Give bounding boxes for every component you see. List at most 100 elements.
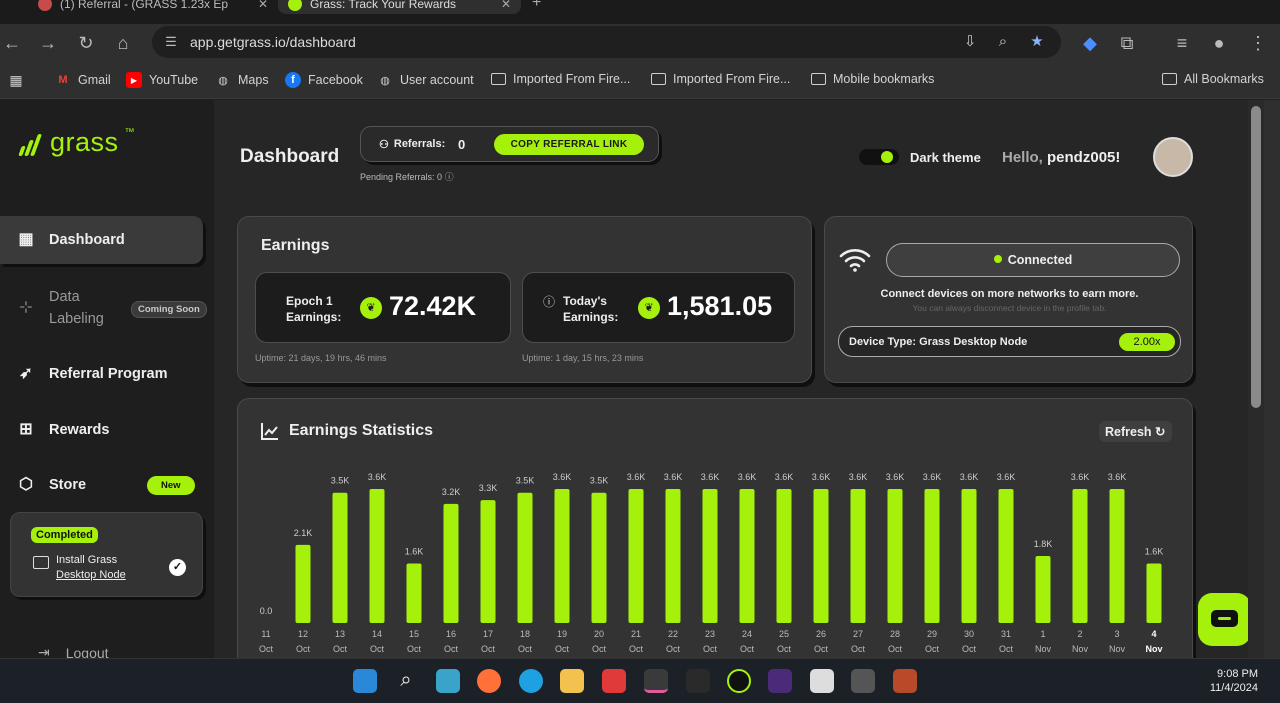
chart-tick-month: Oct [814, 644, 829, 654]
search-icon[interactable]: ⌕ [394, 669, 418, 693]
app-icon-2[interactable] [686, 669, 710, 693]
logout-button[interactable]: ⇥ Logout [38, 644, 109, 658]
info-icon[interactable]: ⓘ [543, 293, 555, 310]
windows-start-icon[interactable] [353, 669, 377, 693]
chart-value-label: 3.6K [960, 472, 979, 482]
browser-toolbar: ← → ↻ ⌂ ☰ app.getgrass.io/dashboard ⇩ ⌕ … [0, 24, 1280, 62]
chart-value-label: 0.0 [260, 606, 273, 616]
connect-subtext: You can always disconnect device in the … [912, 303, 1107, 313]
chart-tick-day: 31 [1001, 629, 1011, 639]
reload-icon[interactable]: ↻ [74, 31, 98, 55]
bookmark-facebook[interactable]: f Facebook [285, 72, 363, 88]
chart-tick-month: Oct [296, 644, 311, 654]
bookmark-folder-mobile[interactable]: Mobile bookmarks [811, 72, 934, 86]
sidebar: grass ™ ▦ Dashboard ⊹ Data Labeling Comin… [0, 100, 214, 658]
chrome-icon[interactable] [644, 669, 668, 693]
sidebar-item-label: Store [49, 477, 87, 493]
chart-value-label: 3.6K [812, 472, 831, 482]
profile-icon[interactable]: ● [1207, 31, 1231, 55]
gmail-icon: M [58, 74, 68, 86]
grass-app-icon[interactable] [727, 669, 751, 693]
chart-bar [628, 489, 644, 623]
all-bookmarks[interactable]: All Bookmarks [1162, 72, 1264, 86]
chart-tick-day: 12 [298, 629, 308, 639]
new-tab-icon[interactable]: + [532, 0, 541, 12]
chart-value-label: 3.6K [997, 472, 1016, 482]
close-tab-icon[interactable]: ✕ [501, 0, 511, 11]
switch-icon[interactable] [602, 669, 626, 693]
bookmarks-bar: ▦ M Gmail ▶ YouTube ◍ Maps f Facebook ◍ User … [0, 62, 1280, 99]
apps-grid-icon[interactable]: ▦ [8, 72, 24, 88]
desktop-node-link[interactable]: Desktop Node [56, 569, 126, 581]
hi-app-icon[interactable] [768, 669, 792, 693]
grass-favicon-icon [288, 0, 302, 11]
app-icon-3[interactable] [810, 669, 834, 693]
sidebar-item-referral-program[interactable]: ➶ Referral Program [0, 350, 203, 398]
back-icon[interactable]: ← [0, 31, 24, 55]
chart-tick-month: Oct [962, 644, 977, 654]
cube-app-icon[interactable] [851, 669, 875, 693]
check-icon: ✓ [169, 559, 186, 576]
bookmark-star-icon[interactable]: ★ [1027, 32, 1047, 52]
menu-kebab-icon[interactable]: ⋮ [1246, 31, 1270, 55]
tab-title: (1) Referral - (GRASS 1.23x Ep [60, 0, 229, 11]
extension-shield-icon[interactable]: ◆ [1078, 31, 1102, 55]
grass-logo[interactable]: grass ™ [18, 127, 135, 158]
firefox-icon[interactable] [477, 669, 501, 693]
chart-bar [554, 489, 570, 623]
coming-soon-badge: Coming Soon [131, 301, 207, 318]
earnings-title: Earnings [261, 237, 330, 254]
copy-referral-link-button[interactable]: COPY REFERRAL LINK [494, 134, 644, 155]
scrollbar-thumb[interactable] [1251, 106, 1261, 408]
avatar[interactable] [1153, 137, 1193, 177]
file-explorer-icon[interactable] [560, 669, 584, 693]
connect-message: Connect devices on more networks to earn… [880, 288, 1139, 300]
install-app-icon[interactable]: ⇩ [960, 32, 980, 52]
address-bar[interactable]: ☰ app.getgrass.io/dashboard ⇩ ⌕ ★ [152, 26, 1061, 58]
facebook-icon: f [285, 72, 301, 88]
forward-icon[interactable]: → [36, 31, 60, 55]
connection-status-button[interactable]: Connected [886, 243, 1180, 277]
refresh-button[interactable]: Refresh ↻ [1099, 421, 1172, 442]
chart-tick-month: Oct [259, 644, 274, 654]
page-scrollbar[interactable] [1248, 100, 1264, 658]
bookmark-gmail[interactable]: M Gmail [55, 72, 110, 88]
bookmark-folder-imported-2[interactable]: Imported From Fire... [651, 72, 790, 86]
url-text[interactable]: app.getgrass.io/dashboard [190, 34, 356, 50]
chart-bar [1109, 489, 1125, 623]
today-earnings-label: Today's Earnings: [563, 294, 619, 324]
winrar-icon[interactable] [893, 669, 917, 693]
bookmark-folder-imported-1[interactable]: Imported From Fire... [491, 72, 630, 86]
chart-tick-month: Nov [1035, 644, 1052, 654]
sidebar-item-dashboard[interactable]: ▦ Dashboard [0, 216, 203, 264]
tab-referral[interactable]: (1) Referral - (GRASS 1.23x Ep ✕ [28, 0, 278, 14]
chart-value-label: 3.6K [923, 472, 942, 482]
zoom-icon[interactable]: ⌕ [993, 32, 1013, 52]
chat-widget-button[interactable] [1198, 593, 1251, 646]
referrals-box: ⚇ Referrals: 0 COPY REFERRAL LINK [360, 126, 659, 162]
media-control-icon[interactable]: ≡ [1170, 31, 1194, 55]
sidebar-item-rewards[interactable]: ⊞ Rewards [0, 406, 203, 454]
chart-tick-month: Nov [1109, 644, 1126, 654]
chart-tick-month: Oct [888, 644, 903, 654]
app-icon-1[interactable] [436, 669, 460, 693]
bookmark-maps[interactable]: ◍ Maps [215, 72, 268, 88]
system-clock[interactable]: 9:08 PM 11/4/2024 [1196, 667, 1258, 695]
trademark: ™ [124, 127, 135, 138]
completed-task-card: Completed Install Grass Desktop Node ✓ [10, 512, 203, 597]
chart-tick-day: 30 [964, 629, 974, 639]
home-icon[interactable]: ⌂ [111, 31, 135, 55]
bookmark-youtube[interactable]: ▶ YouTube [126, 72, 198, 88]
cube-icon: ⬡ [19, 476, 33, 493]
site-info-icon[interactable]: ☰ [162, 33, 180, 51]
tab-grass[interactable]: Grass: Track Your Rewards ✕ [278, 0, 521, 14]
edge-icon[interactable] [519, 669, 543, 693]
bookmark-user-account[interactable]: ◍ User account [377, 72, 473, 88]
dark-theme-toggle[interactable] [859, 149, 899, 165]
chart-bar [998, 489, 1014, 623]
refresh-icon: ↻ [1155, 425, 1166, 439]
info-icon[interactable]: ⓘ [445, 172, 454, 182]
extensions-puzzle-icon[interactable]: ⧉ [1115, 31, 1139, 55]
close-tab-icon[interactable]: ✕ [258, 0, 268, 11]
chart-tick-month: Oct [555, 644, 570, 654]
